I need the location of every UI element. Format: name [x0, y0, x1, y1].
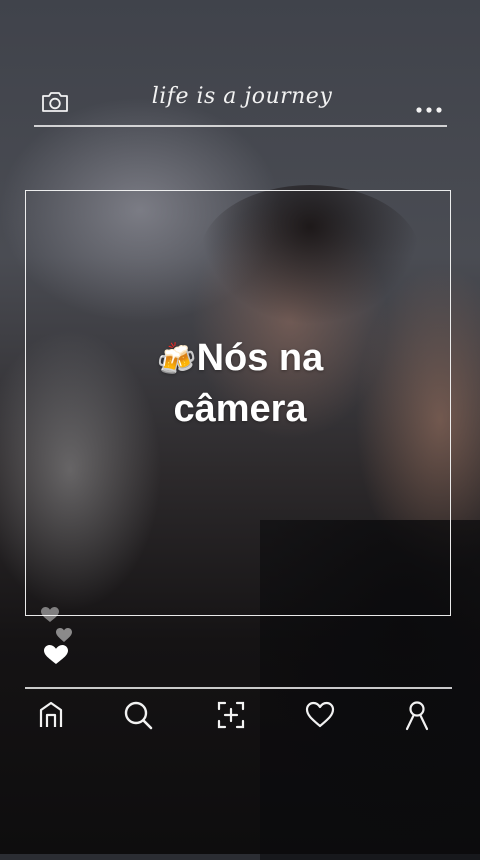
floating-hearts [38, 606, 82, 668]
header-title: life is a journey [151, 84, 333, 109]
heart-icon [56, 628, 72, 642]
heart-icon [44, 645, 68, 664]
profile-icon[interactable] [399, 697, 435, 733]
bottom-nav [25, 697, 452, 737]
more-dots-icon[interactable] [416, 98, 442, 113]
caption-line-2: câmera [173, 388, 307, 430]
caption-line-1: 🍻Nós na [0, 333, 480, 384]
top-bar: life is a journey [36, 80, 448, 124]
add-icon[interactable] [213, 697, 249, 733]
heart-icon [41, 607, 59, 622]
nav-divider [25, 687, 452, 689]
search-icon[interactable] [120, 697, 156, 733]
beer-emoji: 🍻 [156, 341, 197, 377]
post-caption: 🍻Nós na câmera [0, 333, 480, 434]
header-divider [34, 125, 447, 127]
caption-text-1: Nós na [196, 337, 324, 379]
home-icon[interactable] [33, 697, 69, 733]
heart-icon[interactable] [302, 697, 338, 733]
